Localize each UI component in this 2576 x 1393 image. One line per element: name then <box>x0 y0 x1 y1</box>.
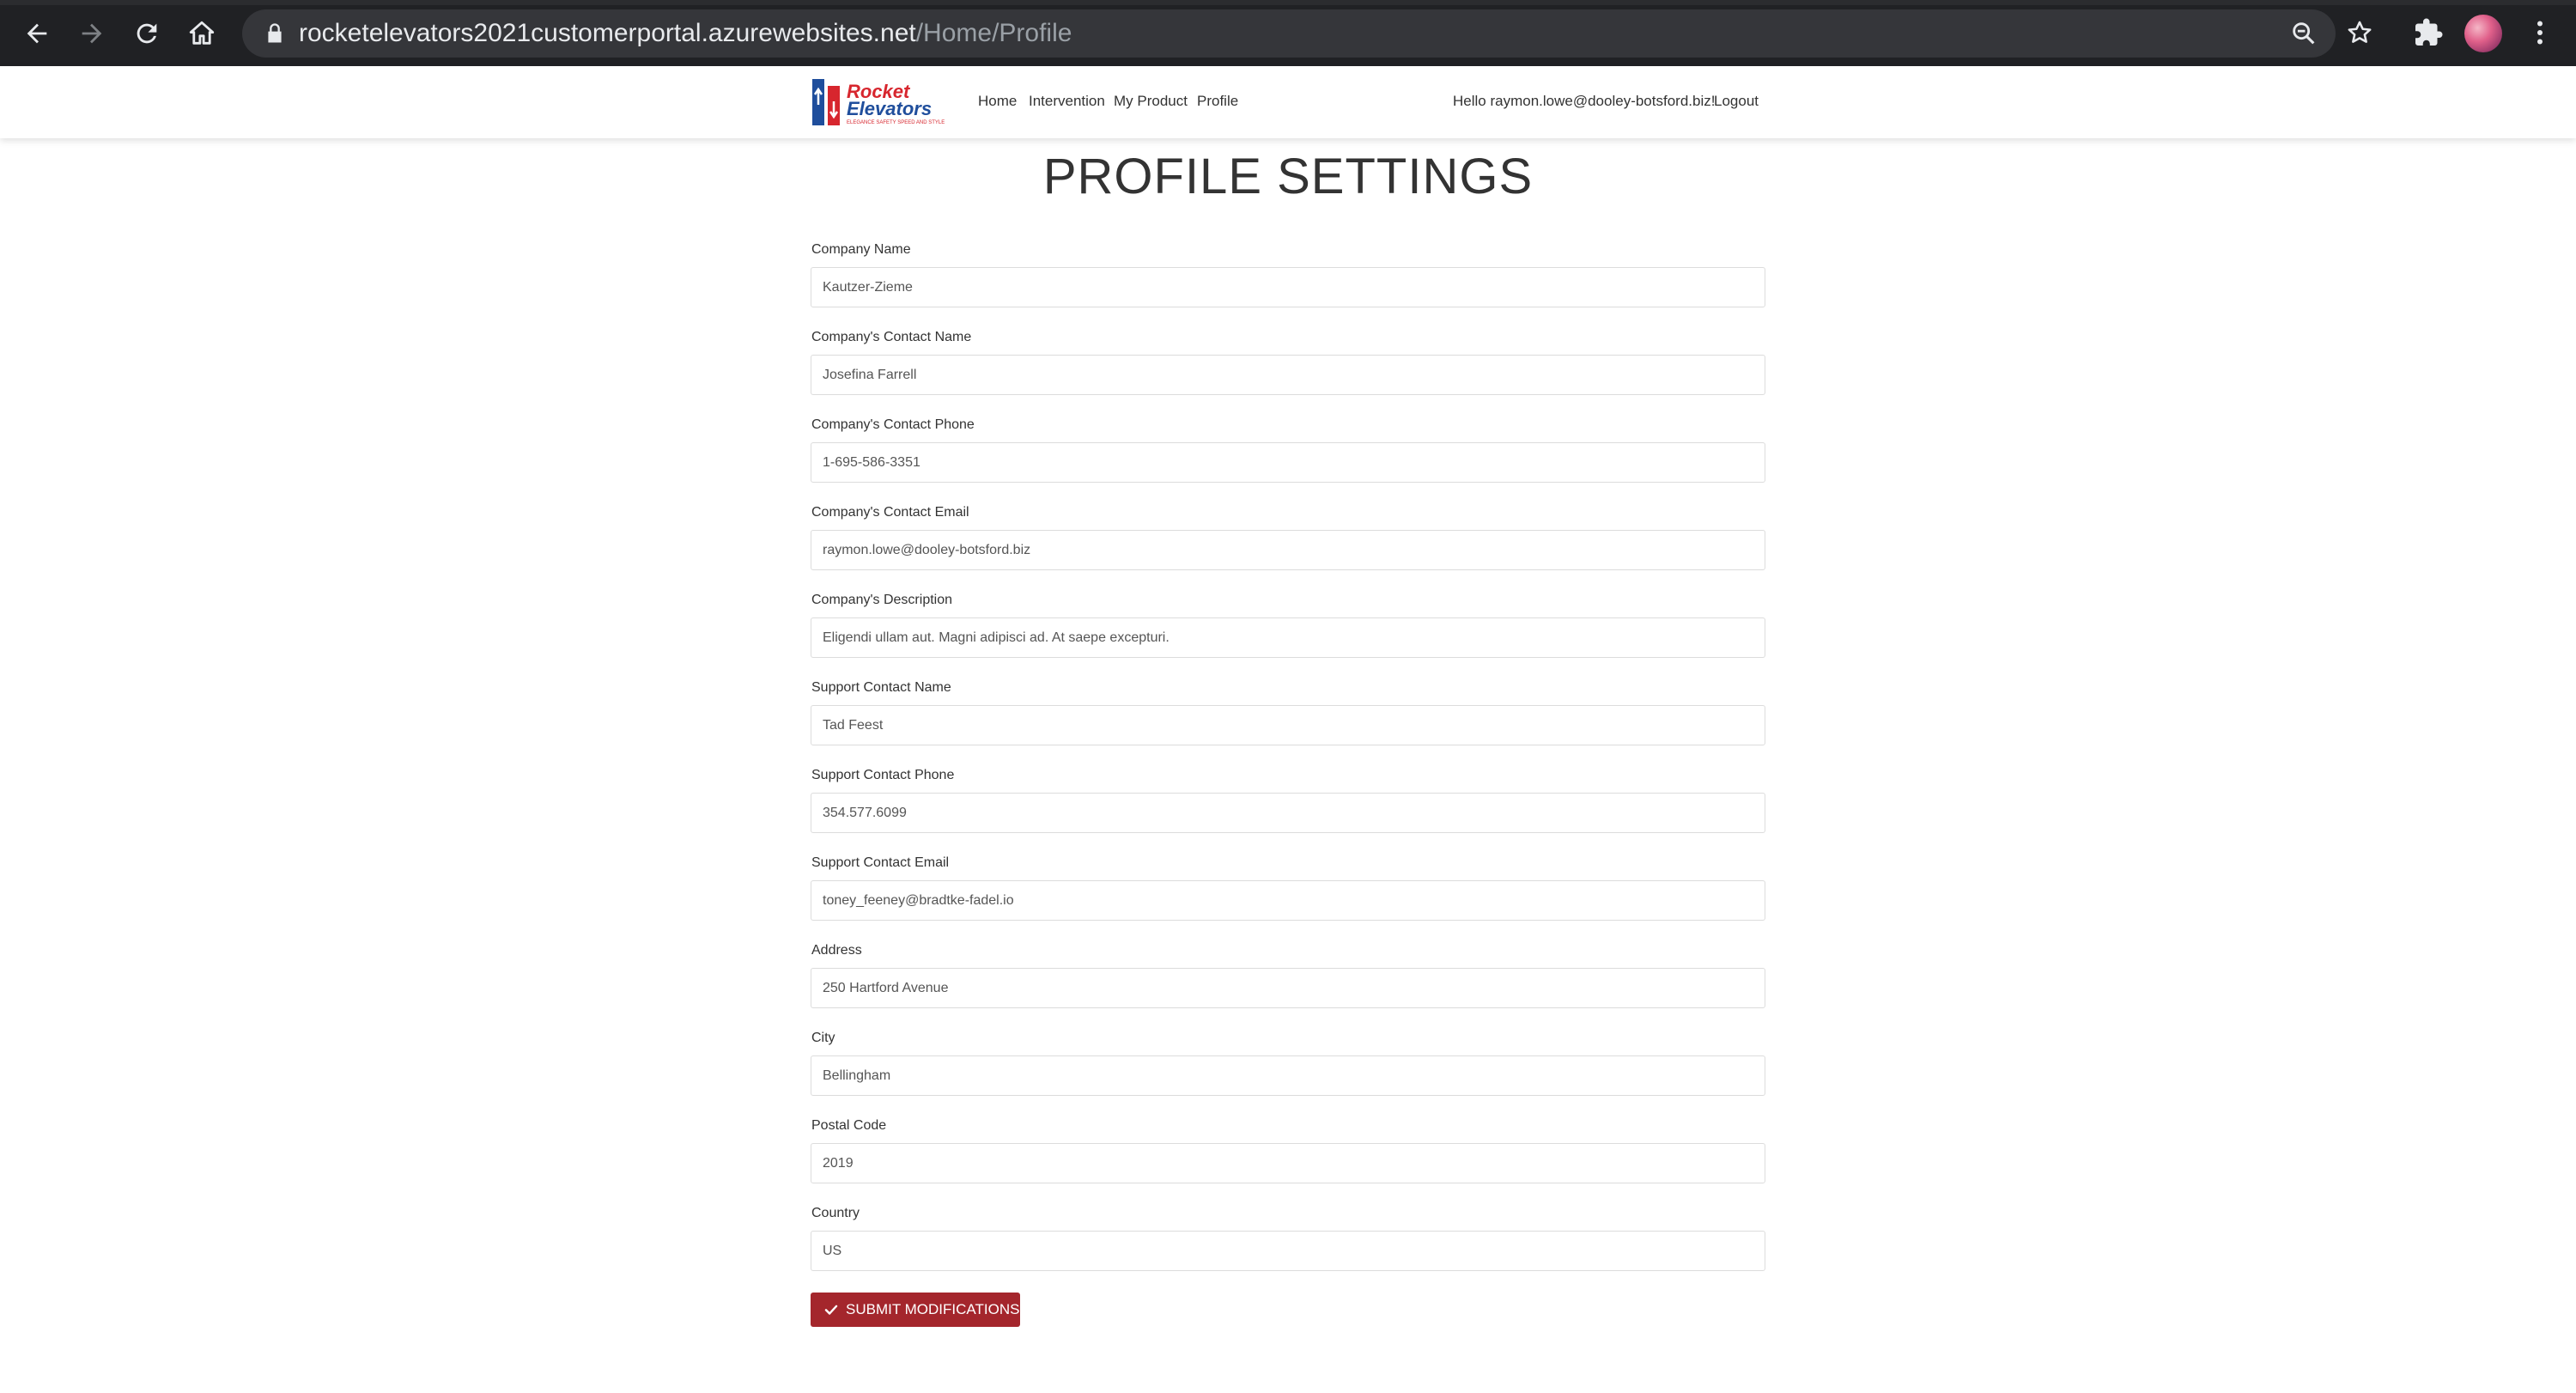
company-description-input[interactable] <box>811 617 1765 658</box>
url-host: rocketelevators2021customerportal.azurew… <box>299 19 916 47</box>
nav-link-my-product[interactable]: My Product <box>1114 93 1188 110</box>
logo-line2: Elevators <box>847 98 932 119</box>
forward-arrow-icon[interactable] <box>70 12 113 55</box>
nav-link-profile[interactable]: Profile <box>1197 93 1238 110</box>
nav-link-home[interactable]: Home <box>978 93 1017 110</box>
company-contact-name-input[interactable] <box>811 355 1765 395</box>
support-contact-name-input[interactable] <box>811 705 1765 745</box>
submit-button-label: SUBMIT MODIFICATIONS <box>846 1301 1020 1317</box>
address-bar[interactable]: rocketelevators2021customerportal.azurew… <box>242 9 2336 58</box>
company-name-input[interactable] <box>811 267 1765 307</box>
country-label: Country <box>811 1206 860 1220</box>
zoom-icon[interactable] <box>2289 19 2318 48</box>
site-navbar: Rocket Elevators ELEGANCE SAFETY SPEED A… <box>0 66 2576 138</box>
browser-toolbar: rocketelevators2021customerportal.azurew… <box>0 0 2576 66</box>
company-contact-phone-input[interactable] <box>811 442 1765 483</box>
address-label: Address <box>811 943 862 958</box>
reload-icon[interactable] <box>125 12 168 55</box>
checkmark-icon <box>824 1305 838 1315</box>
company-description-label: Company's Description <box>811 593 953 607</box>
profile-avatar[interactable] <box>2464 15 2502 52</box>
back-arrow-icon[interactable] <box>15 12 58 55</box>
country-input[interactable] <box>811 1231 1765 1271</box>
city-label: City <box>811 1031 835 1045</box>
support-contact-name-label: Support Contact Name <box>811 680 951 695</box>
company-name-label: Company Name <box>811 242 911 257</box>
company-contact-name-label: Company's Contact Name <box>811 330 972 344</box>
support-contact-phone-label: Support Contact Phone <box>811 768 955 782</box>
company-contact-email-input[interactable] <box>811 530 1765 570</box>
postal-code-label: Postal Code <box>811 1118 887 1133</box>
submit-modifications-button[interactable]: SUBMIT MODIFICATIONS <box>811 1293 1020 1327</box>
star-icon[interactable] <box>2345 18 2374 47</box>
address-input[interactable] <box>811 968 1765 1008</box>
home-icon[interactable] <box>180 12 223 55</box>
kebab-menu-icon[interactable] <box>2524 17 2555 48</box>
logo-tagline: ELEGANCE SAFETY SPEED AND STYLE <box>847 120 945 125</box>
url-text[interactable]: rocketelevators2021customerportal.azurew… <box>299 18 1072 49</box>
support-contact-email-label: Support Contact Email <box>811 855 950 870</box>
company-contact-email-label: Company's Contact Email <box>811 505 969 520</box>
nav-link-intervention[interactable]: Intervention <box>1029 93 1105 110</box>
postal-code-input[interactable] <box>811 1143 1765 1183</box>
tab-strip <box>0 0 2576 5</box>
logout-link[interactable]: Logout <box>1714 93 1759 110</box>
company-contact-phone-label: Company's Contact Phone <box>811 417 975 432</box>
puzzle-icon[interactable] <box>2413 17 2444 48</box>
support-contact-email-input[interactable] <box>811 880 1765 921</box>
page-title: PROFILE SETTINGS <box>1042 149 1534 204</box>
lock-icon[interactable] <box>263 21 287 46</box>
support-contact-phone-input[interactable] <box>811 793 1765 833</box>
user-greeting: Hello raymon.lowe@dooley-botsford.biz! <box>1453 93 1716 109</box>
city-input[interactable] <box>811 1055 1765 1096</box>
url-path: /Home/Profile <box>915 19 1072 47</box>
rocket-elevators-logo[interactable]: Rocket Elevators ELEGANCE SAFETY SPEED A… <box>811 74 958 129</box>
